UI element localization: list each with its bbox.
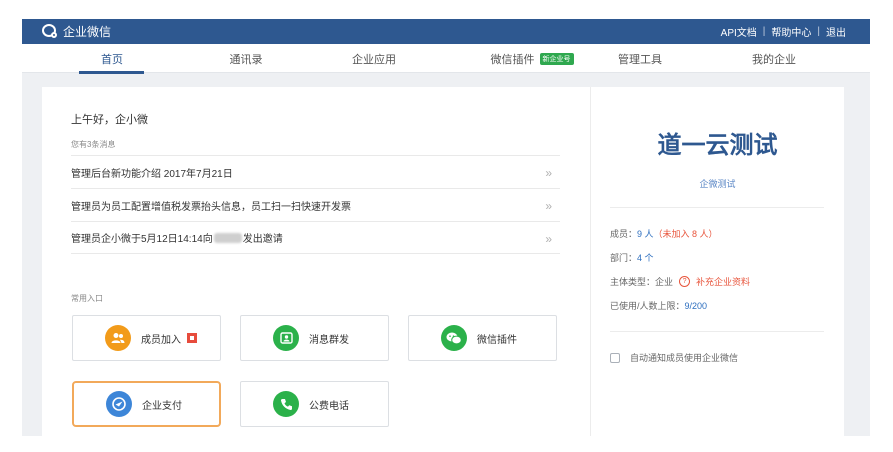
not-joined-count[interactable]: （未加入 8 人） [654,227,718,240]
phone-icon [273,391,299,417]
active-tab-indicator [79,71,144,74]
help-center-link[interactable]: 帮助中心 [771,24,811,39]
link-separator: | [817,26,820,37]
usage-row: 已使用/人数上限： 9/200 [610,299,707,312]
message-list: 管理后台新功能介绍 2017年7月21日 » 管理员为员工配置增值税发票抬头信息… [71,155,560,254]
usage-label: 已使用/人数上限： [610,301,685,311]
payment-icon [106,391,132,417]
logo-text: 企业微信 [63,25,112,39]
auto-notify-label: 自动通知成员使用企业微信 [630,353,739,363]
entity-type-label: 主体类型：企业 [610,277,674,287]
message-text: 管理员为员工配置增值税发票抬头信息，员工扫一扫快速开发票 [71,201,351,213]
message-text: 管理后台新功能介绍 2017年7月21日 [71,168,233,180]
top-links: API文档 | 帮助中心 | 退出 [721,19,846,44]
api-docs-link[interactable]: API文档 [721,24,757,39]
wecom-logo-icon [42,23,59,40]
shortcut-label: 消息群发 [309,334,349,346]
wechat-icon [441,325,467,351]
message-icon [273,325,299,351]
entity-type-row: 主体类型：企业 ? 补充企业资料 [610,275,750,288]
tab-label: 企业应用 [352,53,396,66]
logo[interactable]: 企业微信 [42,22,111,41]
question-icon[interactable]: ? [679,276,691,287]
divider [610,207,824,208]
tab-label: 管理工具 [618,53,662,66]
message-count: 您有3条消息 [71,140,116,149]
shortcut-label: 成员加入 [141,334,181,346]
divider [610,331,824,332]
supplement-info-link[interactable]: 补充企业资料 [696,275,750,288]
tab-home[interactable]: 首页 [66,44,158,73]
new-badge: 新企业号 [539,52,574,65]
usage-value: 9/200 [684,300,708,311]
members-icon [105,325,131,351]
logout-link[interactable]: 退出 [826,24,846,39]
tab-wechat-plugin[interactable]: 微信插件 新企业号 [472,44,592,73]
shortcut-label: 企业支付 [142,400,182,412]
main-nav: 首页 通讯录 企业应用 微信插件 新企业号 管理工具 我的企业 [22,44,870,74]
greeting: 上午好，企小微 [71,114,148,126]
tab-label: 通讯录 [229,53,263,66]
tab-my-enterprise[interactable]: 我的企业 [728,44,820,73]
members-label: 成员： [610,229,638,239]
message-text-suffix: 发出邀请 [242,234,283,245]
departments-row: 部门： 4 个 [610,251,654,264]
shortcut-label: 公费电话 [309,400,349,412]
shortcuts-label: 常用入口 [71,294,103,303]
members-value[interactable]: 9 人 [637,227,654,240]
company-subname[interactable]: 企微测试 [591,177,844,190]
message-item[interactable]: 管理员企小微于5月12日14:14向 发出邀请 » [71,221,560,254]
shortcut-enterprise-payment[interactable]: 企业支付 [72,381,221,427]
message-item[interactable]: 管理后台新功能介绍 2017年7月21日 » [71,155,560,188]
departments-label: 部门： [610,253,638,263]
tab-contacts[interactable]: 通讯录 [200,44,292,73]
tab-label: 首页 [101,53,123,66]
auto-notify-checkbox[interactable] [610,352,620,363]
tab-management-tools[interactable]: 管理工具 [594,44,686,73]
tab-label: 微信插件 [490,53,535,66]
link-separator: | [762,26,766,37]
app-frame: 企业微信 API文档 | 帮助中心 | 退出 首页 通讯录 企业应用 微信插件新… [22,19,870,436]
departments-value[interactable]: 4 个 [637,251,654,264]
company-name: 道一云测试 [657,132,778,159]
shortcut-label: 微信插件 [477,334,517,346]
shortcut-member-join[interactable]: 成员加入 [72,315,221,361]
auto-notify-row[interactable]: 自动通知成员使用企业微信 [610,351,738,364]
chevron-right-icon: » [545,166,552,180]
message-text: 管理员企小微于5月12日14:14向 [71,234,213,245]
top-bar: 企业微信 API文档 | 帮助中心 | 退出 [22,19,870,44]
message-item[interactable]: 管理员为员工配置增值税发票抬头信息，员工扫一扫快速开发票 » [71,188,560,221]
tab-enterprise-apps[interactable]: 企业应用 [328,44,420,73]
redacted-text [213,232,242,243]
tab-label: 我的企业 [752,53,796,66]
chevron-right-icon: » [545,232,552,246]
members-row: 成员： 9 人 （未加入 8 人） [610,227,718,240]
shortcut-business-call[interactable]: 公费电话 [240,381,389,427]
shortcut-wechat-plugin[interactable]: 微信插件 [408,315,557,361]
chevron-right-icon: » [545,199,552,213]
home-card: 上午好，企小微 您有3条消息 管理后台新功能介绍 2017年7月21日 » 管理… [42,87,844,436]
shortcut-broadcast-message[interactable]: 消息群发 [240,315,389,361]
new-marker-icon [187,333,197,343]
